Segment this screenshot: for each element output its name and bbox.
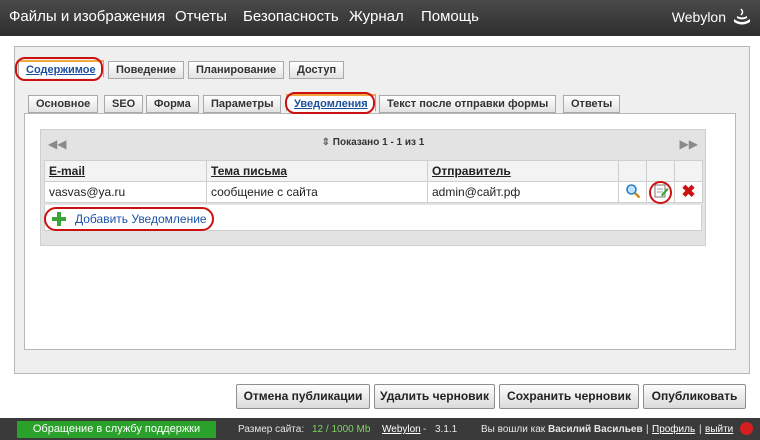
tab-parameters[interactable]: Параметры	[203, 95, 282, 113]
nav-journal[interactable]: Журнал	[349, 8, 404, 25]
profile-link[interactable]: Профиль	[652, 424, 695, 435]
tab-form[interactable]: Форма	[146, 95, 199, 113]
nav-help[interactable]: Помощь	[421, 8, 479, 25]
nav-reports[interactable]: Отчеты	[175, 8, 227, 25]
cell-sender: admin@сайт.рф	[427, 181, 619, 203]
webylon-logo-icon	[734, 8, 750, 25]
pager-refresh-icon[interactable]: ⇕	[322, 137, 333, 148]
notifications-table: E-mail Тема письма Отправитель vasvas@ya…	[44, 160, 703, 204]
brand-logo-text: Webylon	[671, 9, 726, 25]
delete-icon[interactable]: ✖	[681, 182, 695, 201]
delete-draft-button[interactable]: Удалить черновик	[374, 384, 495, 409]
site-size-value: 12 / 1000 Mb	[312, 424, 371, 435]
edit-cell	[646, 181, 675, 204]
add-notification-link[interactable]: Добавить Уведомление	[75, 212, 207, 226]
column-header-email[interactable]: E-mail	[44, 160, 207, 182]
version-separator: -	[423, 424, 427, 435]
column-header-sender[interactable]: Отправитель	[427, 160, 619, 182]
cell-email: vasvas@ya.ru	[44, 181, 207, 203]
delete-cell: ✖	[674, 181, 703, 203]
last-page-icon[interactable]: ▶▶	[680, 137, 698, 151]
logged-in-label: Вы вошли как	[481, 424, 546, 435]
pager-status-text: ⇕ Показано 1 - 1 из 1	[321, 137, 425, 148]
tab-notifications[interactable]: Уведомления	[286, 94, 376, 112]
column-header-edit	[646, 160, 675, 182]
top-navigation-bar: Файлы и изображения Отчеты Безопасность …	[0, 0, 760, 36]
status-bar: Обращение в службу поддержки Размер сайт…	[0, 418, 760, 440]
table-row[interactable]: vasvas@ya.ru сообщение с сайта admin@сай…	[44, 181, 703, 204]
column-header-subject[interactable]: Тема письма	[206, 160, 428, 182]
column-header-delete	[674, 160, 703, 182]
support-request-button[interactable]: Обращение в службу поддержки	[17, 421, 216, 438]
separator: |	[646, 424, 649, 435]
version-number: 3.1.1	[435, 424, 458, 435]
webylon-link[interactable]: Webylon	[382, 424, 421, 435]
tab-responses[interactable]: Ответы	[563, 95, 621, 113]
tab-basic[interactable]: Основное	[28, 95, 99, 113]
logout-link[interactable]: выйти	[705, 424, 733, 435]
tab-behavior[interactable]: Поведение	[108, 61, 184, 79]
add-plus-icon[interactable]	[51, 211, 67, 227]
current-user-name: Василий Васильев	[548, 424, 643, 435]
tab-content[interactable]: Содержимое	[18, 60, 104, 78]
publish-button[interactable]: Опубликовать	[643, 384, 746, 409]
unpublish-button[interactable]: Отмена публикации	[236, 384, 370, 409]
nav-files-and-images[interactable]: Файлы и изображения	[9, 8, 165, 25]
magnifier-icon[interactable]	[625, 183, 641, 199]
nav-security[interactable]: Безопасность	[243, 8, 339, 25]
pager-bar: ◀◀ ⇕ Показано 1 - 1 из 1 ▶▶	[44, 134, 702, 154]
tab-access[interactable]: Доступ	[289, 61, 345, 79]
tab-planning[interactable]: Планирование	[188, 61, 285, 79]
tab-text-after-submit[interactable]: Текст после отправки формы	[379, 95, 557, 113]
column-header-view	[618, 160, 647, 182]
separator: |	[699, 424, 702, 435]
edit-document-icon[interactable]	[653, 183, 669, 199]
site-size-label: Размер сайта:	[238, 424, 305, 435]
cell-subject: сообщение с сайта	[206, 181, 428, 203]
save-draft-button[interactable]: Сохранить черновик	[499, 384, 639, 409]
view-cell	[618, 181, 647, 203]
table-header-row: E-mail Тема письма Отправитель	[44, 160, 703, 182]
power-logout-icon[interactable]	[740, 422, 753, 435]
tab-seo[interactable]: SEO	[104, 95, 144, 113]
